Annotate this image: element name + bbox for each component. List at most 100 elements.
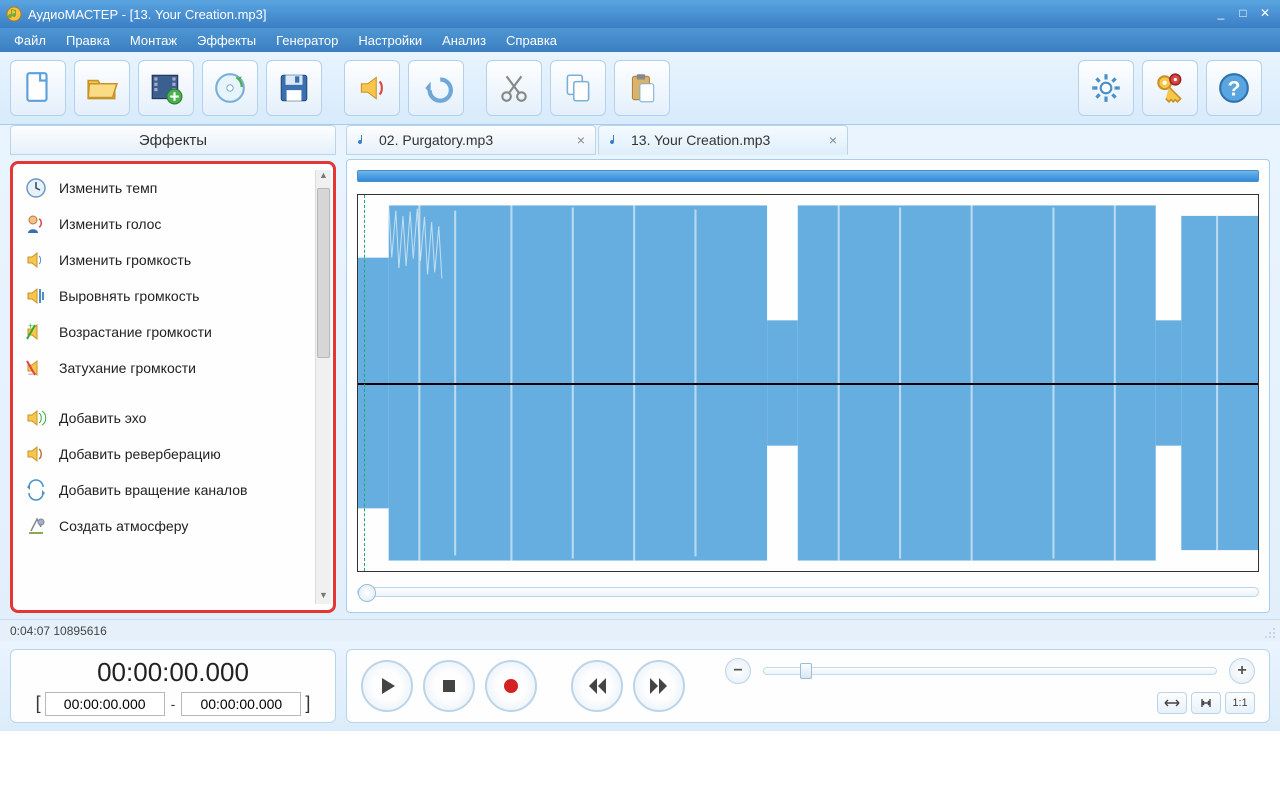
zoom-slider-row: − + — [725, 658, 1255, 684]
effect-normalize[interactable]: Выровнять громкость — [13, 278, 333, 314]
echo-icon — [25, 407, 47, 429]
zoom-thumb[interactable] — [800, 663, 812, 679]
svg-text:+: + — [28, 321, 33, 331]
save-button[interactable] — [266, 60, 322, 116]
playback-cursor[interactable] — [364, 195, 365, 571]
bracket-open: [ — [36, 693, 41, 714]
copy-button[interactable] — [550, 60, 606, 116]
effect-change-tempo[interactable]: Изменить темп — [13, 170, 333, 206]
zoom-1to1-button[interactable]: 1:1 — [1225, 692, 1255, 714]
reverb-icon — [25, 443, 47, 465]
hscroll-thumb[interactable] — [358, 584, 376, 602]
effect-rotate-channels[interactable]: Добавить вращение каналов — [13, 472, 333, 508]
settings-button[interactable] — [1078, 60, 1134, 116]
prev-button[interactable] — [571, 660, 623, 712]
effect-add-reverb[interactable]: Добавить реверберацию — [13, 436, 333, 472]
scroll-down-arrow[interactable]: ▼ — [316, 590, 331, 604]
scroll-thumb[interactable] — [317, 188, 330, 358]
play-button[interactable] — [361, 660, 413, 712]
paste-button[interactable] — [614, 60, 670, 116]
menubar: Файл Правка Монтаж Эффекты Генератор Нас… — [0, 28, 1280, 52]
channel-divider — [358, 383, 1258, 385]
window-title: АудиоМАСТЕР - [13. Your Creation.mp3] — [28, 7, 1208, 22]
menu-file[interactable]: Файл — [4, 31, 56, 50]
effect-label: Изменить громкость — [59, 252, 191, 268]
menu-edit[interactable]: Правка — [56, 31, 120, 50]
waveform-panel — [346, 159, 1270, 613]
tab-file-0[interactable]: 02. Purgatory.mp3 × — [346, 125, 596, 155]
effect-label: Затухание громкости — [59, 360, 196, 376]
new-file-button[interactable] — [10, 60, 66, 116]
undo-button[interactable] — [408, 60, 464, 116]
effects-panel: Эффекты Изменить темп Изменить голос Изм… — [10, 125, 336, 613]
waveform-display[interactable] — [357, 194, 1259, 572]
effect-label: Добавить эхо — [59, 410, 146, 426]
record-button[interactable] — [485, 660, 537, 712]
bracket-close: ] — [305, 693, 310, 714]
import-video-button[interactable] — [138, 60, 194, 116]
effects-body: Изменить темп Изменить голос Изменить гр… — [10, 161, 336, 613]
titlebar: АудиоМАСТЕР - [13. Your Creation.mp3] _ … — [0, 0, 1280, 28]
effects-header: Эффекты — [10, 125, 336, 155]
menu-help[interactable]: Справка — [496, 31, 567, 50]
tab-close-icon[interactable]: × — [829, 132, 837, 148]
minimize-button[interactable]: _ — [1212, 7, 1230, 21]
zoom-track[interactable] — [763, 667, 1217, 675]
menu-montage[interactable]: Монтаж — [120, 31, 187, 50]
selection-end-input[interactable] — [181, 692, 301, 716]
cut-button[interactable] — [486, 60, 542, 116]
view-buttons: 1:1 — [1157, 692, 1255, 714]
clock-icon — [25, 177, 47, 199]
selection-start-input[interactable] — [45, 692, 165, 716]
maximize-button[interactable]: □ — [1234, 7, 1252, 21]
resize-grip-icon[interactable] — [1262, 625, 1276, 639]
effect-label: Изменить голос — [59, 216, 161, 232]
tab-file-1[interactable]: 13. Your Creation.mp3 × — [598, 125, 848, 155]
scroll-up-arrow[interactable]: ▲ — [316, 170, 331, 184]
menu-analysis[interactable]: Анализ — [432, 31, 496, 50]
zoom-in-button[interactable]: + — [1229, 658, 1255, 684]
effect-label: Добавить вращение каналов — [59, 482, 247, 498]
main-content: Эффекты Изменить темп Изменить голос Изм… — [0, 125, 1280, 619]
music-note-icon — [357, 133, 371, 147]
voice-effect-button[interactable] — [344, 60, 400, 116]
hscroll-track[interactable] — [357, 587, 1259, 597]
overview-bar[interactable] — [357, 170, 1259, 182]
effect-fade-in[interactable]: +Возрастание громкости — [13, 314, 333, 350]
close-button[interactable]: ✕ — [1256, 7, 1274, 21]
next-button[interactable] — [633, 660, 685, 712]
license-keys-button[interactable] — [1142, 60, 1198, 116]
effect-change-voice[interactable]: Изменить голос — [13, 206, 333, 242]
horizontal-scroll[interactable] — [357, 582, 1259, 602]
zoom-out-button[interactable]: − — [725, 658, 751, 684]
time-display-box: 00:00:00.000 [ - ] — [10, 649, 336, 723]
fadeout-icon: − — [25, 357, 47, 379]
transport-panel: − + 1:1 — [346, 649, 1270, 723]
effect-atmosphere[interactable]: Создать атмосферу — [13, 508, 333, 544]
cd-import-button[interactable] — [202, 60, 258, 116]
open-file-button[interactable] — [74, 60, 130, 116]
tab-label: 02. Purgatory.mp3 — [379, 132, 567, 148]
help-button[interactable]: ? — [1206, 60, 1262, 116]
effects-list[interactable]: Изменить темп Изменить голос Изменить гр… — [13, 170, 333, 604]
fit-horizontal-button[interactable] — [1157, 692, 1187, 714]
effect-label: Изменить темп — [59, 180, 157, 196]
fit-selection-button[interactable] — [1191, 692, 1221, 714]
effect-label: Выровнять громкость — [59, 288, 199, 304]
selection-row: [ - ] — [21, 692, 325, 716]
menu-settings[interactable]: Настройки — [348, 31, 432, 50]
menu-generator[interactable]: Генератор — [266, 31, 348, 50]
stop-button[interactable] — [423, 660, 475, 712]
app-icon — [6, 6, 22, 22]
current-time: 00:00:00.000 — [21, 657, 325, 688]
file-tabs: 02. Purgatory.mp3 × 13. Your Creation.mp… — [346, 125, 1270, 155]
selection-dash: - — [171, 696, 176, 712]
music-note-icon — [609, 133, 623, 147]
menu-effects[interactable]: Эффекты — [187, 31, 266, 50]
equalize-icon — [25, 285, 47, 307]
effects-scrollbar[interactable]: ▲ ▼ — [315, 170, 331, 604]
effect-change-volume[interactable]: Изменить громкость — [13, 242, 333, 278]
effect-fade-out[interactable]: −Затухание громкости — [13, 350, 333, 386]
effect-add-echo[interactable]: Добавить эхо — [13, 400, 333, 436]
tab-close-icon[interactable]: × — [577, 132, 585, 148]
